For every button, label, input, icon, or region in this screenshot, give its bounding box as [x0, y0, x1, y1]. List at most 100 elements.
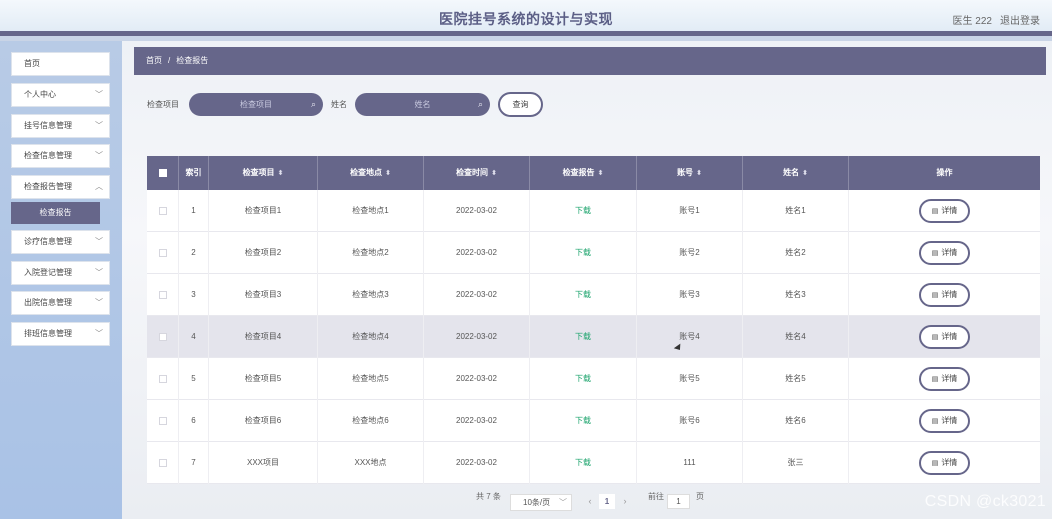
sidebar-item-personal-center[interactable]: 个人中心 ﹀: [11, 83, 110, 107]
col-index: 索引: [179, 156, 209, 190]
table-row[interactable]: 3 检查项目3 检查地点3 2022-03-02 下载 账号3 姓名3 ▤ 详情: [147, 274, 1040, 316]
sidebar-item-discharge[interactable]: 出院信息管理 ﹀: [11, 291, 110, 315]
detail-button[interactable]: ▤ 详情: [919, 282, 970, 307]
sidebar-item-label: 个人中心: [24, 90, 56, 99]
detail-button[interactable]: ▤ 详情: [919, 324, 970, 349]
page-number-current[interactable]: 1: [599, 494, 615, 509]
sort-icon[interactable]: ⬍: [278, 170, 284, 177]
row-checkbox[interactable]: [158, 290, 167, 299]
detail-button[interactable]: ▤ 详情: [919, 450, 970, 475]
page-size-select[interactable]: 10条/页 ﹀: [510, 494, 572, 511]
chevron-down-icon: ﹀: [95, 90, 103, 99]
cell-index: 6: [179, 400, 209, 442]
col-time[interactable]: 检查时间 ⬍: [424, 156, 530, 190]
col-place[interactable]: 检查地点 ⬍: [318, 156, 424, 190]
item-search-label: 检查项目: [147, 100, 179, 109]
sidebar-item-label: 诊疗信息管理: [24, 237, 72, 246]
cell-account: 账号5: [637, 358, 743, 400]
item-search-placeholder: 检查项目: [240, 100, 272, 109]
page-size-value: 10条/页: [523, 498, 551, 507]
row-checkbox[interactable]: [158, 332, 167, 341]
row-checkbox[interactable]: [158, 374, 167, 383]
col-actions: 操作: [849, 156, 1040, 190]
col-item[interactable]: 检查项目 ⬍: [209, 156, 318, 190]
chevron-up-icon: ︿: [95, 182, 103, 191]
table-row[interactable]: 2 检查项目2 检查地点2 2022-03-02 下载 账号2 姓名2 ▤ 详情: [147, 232, 1040, 274]
cell-report-download[interactable]: 下载: [530, 400, 637, 442]
logout-link[interactable]: 退出登录: [1000, 12, 1040, 27]
page-suffix: 页: [696, 492, 704, 501]
sidebar-subitem-exam-report[interactable]: 检查报告: [11, 202, 100, 224]
select-all-checkbox[interactable]: [158, 168, 167, 177]
col-report[interactable]: 检查报告 ⬍: [530, 156, 637, 190]
breadcrumb-separator: /: [168, 56, 171, 65]
cell-time: 2022-03-02: [424, 232, 530, 274]
cell-report-download[interactable]: 下载: [530, 274, 637, 316]
table-row[interactable]: 6 检查项目6 检查地点6 2022-03-02 下载 账号6 姓名6 ▤ 详情: [147, 400, 1040, 442]
col-name-label: 姓名: [783, 168, 800, 177]
main-content: 首页 / 检查报告 检查项目 检查项目 ⌕ 姓名 姓名 ⌕ 查询 索引 检查项目 ⬍ …: [122, 41, 1052, 519]
sort-icon[interactable]: ⬍: [491, 170, 497, 177]
sort-icon[interactable]: ⬍: [802, 170, 808, 177]
sidebar-item-examination[interactable]: 检查信息管理 ﹀: [11, 144, 110, 168]
cell-report-download[interactable]: 下载: [530, 442, 637, 484]
cell-actions: ▤ 详情: [849, 190, 1040, 232]
cell-time: 2022-03-02: [424, 274, 530, 316]
row-checkbox[interactable]: [158, 416, 167, 425]
sidebar-item-schedule[interactable]: 排班信息管理 ﹀: [11, 322, 110, 346]
cell-report-download[interactable]: 下载: [530, 316, 637, 358]
sidebar-item-registration[interactable]: 挂号信息管理 ﹀: [11, 114, 110, 138]
cell-item: 检查项目5: [209, 358, 318, 400]
detail-button-label: 详情: [941, 289, 958, 299]
prev-page-button[interactable]: ‹: [583, 494, 597, 509]
row-checkbox-cell: [147, 400, 179, 442]
detail-button[interactable]: ▤ 详情: [919, 198, 970, 223]
goto-page-input[interactable]: 1: [667, 494, 690, 509]
cell-place: 检查地点3: [318, 274, 424, 316]
sort-icon[interactable]: ⬍: [696, 170, 702, 177]
sidebar-item-home[interactable]: 首页: [11, 52, 110, 76]
document-icon: ▤: [931, 249, 939, 257]
breadcrumb-current: 检查报告: [176, 56, 209, 65]
row-checkbox[interactable]: [158, 206, 167, 215]
current-user: 医生 222: [952, 16, 992, 27]
sidebar-item-label: 首页: [24, 59, 40, 68]
cell-name: 张三: [743, 442, 849, 484]
sidebar-item-admission[interactable]: 入院登记管理 ﹀: [11, 261, 110, 285]
sort-icon[interactable]: ⬍: [598, 170, 604, 177]
sort-icon[interactable]: ⬍: [385, 170, 391, 177]
detail-button[interactable]: ▤ 详情: [919, 408, 970, 433]
sidebar-item-exam-report[interactable]: 检查报告管理 ︿: [11, 175, 110, 199]
col-item-label: 检查项目: [242, 168, 275, 177]
cell-place: 检查地点1: [318, 190, 424, 232]
cell-report-download[interactable]: 下载: [530, 232, 637, 274]
detail-button[interactable]: ▤ 详情: [919, 366, 970, 391]
row-checkbox[interactable]: [158, 458, 167, 467]
chevron-down-icon: ﹀: [95, 151, 103, 160]
detail-button[interactable]: ▤ 详情: [919, 240, 970, 265]
table-header: 索引 检查项目 ⬍ 检查地点 ⬍ 检查时间 ⬍ 检查报告 ⬍ 账号 ⬍ 姓名 ⬍ 操作: [147, 156, 1040, 190]
table-row[interactable]: 4 检查项目4 检查地点4 2022-03-02 下载 账号4 姓名4 ▤ 详情: [147, 316, 1040, 358]
item-search-input[interactable]: 检查项目 ⌕: [189, 93, 323, 116]
row-checkbox[interactable]: [158, 248, 167, 257]
breadcrumb-home[interactable]: 首页: [146, 56, 162, 65]
next-page-button[interactable]: ›: [618, 494, 632, 509]
table-row[interactable]: 5 检查项目5 检查地点5 2022-03-02 下载 账号5 姓名5 ▤ 详情: [147, 358, 1040, 400]
table-row[interactable]: 1 检查项目1 检查地点1 2022-03-02 下载 账号1 姓名1 ▤ 详情: [147, 190, 1040, 232]
detail-button-label: 详情: [941, 373, 958, 383]
col-account[interactable]: 账号 ⬍: [637, 156, 743, 190]
cell-report-download[interactable]: 下载: [530, 358, 637, 400]
cell-actions: ▤ 详情: [849, 442, 1040, 484]
col-actions-label: 操作: [936, 168, 953, 177]
name-search-input[interactable]: 姓名 ⌕: [355, 93, 490, 116]
sidebar-item-diagnosis[interactable]: 诊疗信息管理 ﹀: [11, 230, 110, 254]
chevron-down-icon: ﹀: [95, 268, 103, 277]
cell-index: 7: [179, 442, 209, 484]
cell-report-download[interactable]: 下载: [530, 190, 637, 232]
col-name[interactable]: 姓名 ⬍: [743, 156, 849, 190]
table-row[interactable]: 7 XXX项目 XXX地点 2022-03-02 下载 111 张三 ▤ 详情: [147, 442, 1040, 484]
query-button[interactable]: 查询: [498, 92, 543, 117]
document-icon: ▤: [931, 375, 939, 383]
cell-place: 检查地点2: [318, 232, 424, 274]
chevron-down-icon: ﹀: [95, 237, 103, 246]
